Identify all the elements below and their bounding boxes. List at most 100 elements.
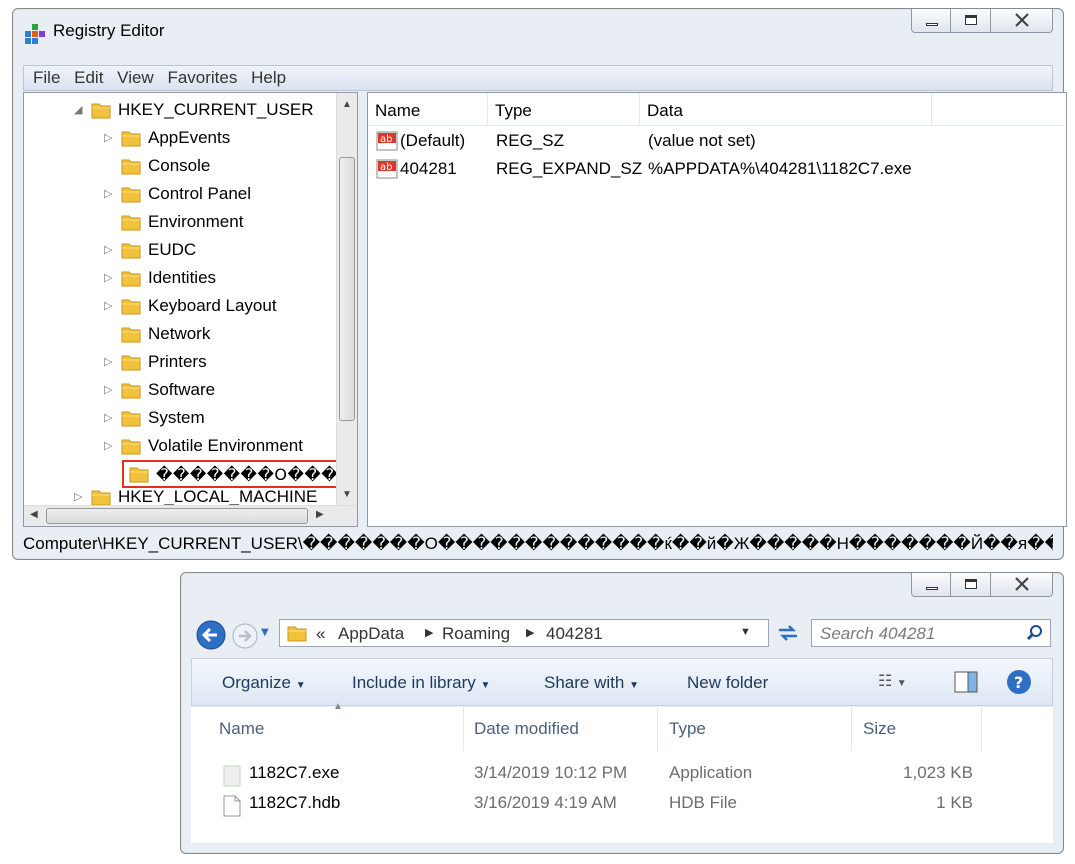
tree-item-hklm[interactable]: ▷ HKEY_LOCAL_MACHINE [74, 489, 317, 505]
column-size[interactable]: Size [863, 707, 896, 751]
menu-help[interactable]: Help [251, 66, 286, 90]
column-type[interactable]: Type [669, 707, 706, 751]
tree-item-system[interactable]: ▷ System [104, 404, 205, 432]
tree-item-identities[interactable]: ▷ Identities [104, 264, 216, 292]
folder-icon [120, 268, 142, 288]
tree-item-console[interactable]: Console [104, 152, 210, 180]
tree-item-label: HKEY_LOCAL_MACHINE [118, 489, 318, 505]
value-row[interactable]: ab (Default) REG_SZ (value not set) [368, 127, 1066, 155]
title-bar[interactable]: Registry Editor [13, 9, 1063, 57]
explorer-window: ▼ « AppData ▶ Roaming ▶ 404281 ▼ Search … [180, 572, 1064, 854]
tree-item-network[interactable]: Network [104, 320, 210, 348]
collapse-arrow-icon[interactable]: ◢ [74, 104, 84, 116]
file-name: 1182C7.exe [249, 763, 340, 782]
breadcrumb-separator-icon[interactable]: ▶ [526, 626, 534, 639]
address-overflow[interactable]: « [316, 624, 325, 644]
back-arrow-icon[interactable] [195, 619, 227, 651]
expand-arrow-icon[interactable]: ▷ [104, 188, 114, 200]
organize-button[interactable]: Organize ▼ [222, 673, 306, 693]
scroll-right-icon[interactable]: ▶ [316, 509, 324, 520]
value-row[interactable]: ab 404281 REG_EXPAND_SZ %APPDATA%\404281… [368, 155, 1066, 183]
help-icon[interactable]: ? [1006, 669, 1032, 695]
file-row[interactable]: 1182C7.hdb 3/16/2019 4:19 AM HDB File 1 … [191, 793, 1053, 819]
registry-tree[interactable]: ◢ HKEY_CURRENT_USER ▷ AppEvents Console ▷ Co… [23, 92, 358, 527]
string-value-icon: ab [376, 131, 398, 151]
tree-item-printers[interactable]: ▷ Printers [104, 348, 207, 376]
search-icon[interactable] [1026, 624, 1044, 642]
tree-item-keyboard-layout[interactable]: ▷ Keyboard Layout [104, 292, 277, 320]
breadcrumb-roaming[interactable]: Roaming [442, 624, 510, 644]
share-label: Share with [544, 673, 625, 692]
tree-item-suspicious-key[interactable]: �������O��� [122, 460, 342, 488]
menu-file[interactable]: File [33, 66, 60, 90]
tree-item-software[interactable]: ▷ Software [104, 376, 215, 404]
scroll-thumb[interactable] [46, 508, 308, 524]
scroll-left-icon[interactable]: ◀ [30, 509, 38, 520]
file-size: 1,023 KB [903, 763, 973, 782]
expand-arrow-icon[interactable]: ▷ [104, 244, 114, 256]
tree-item-hkcu[interactable]: ◢ HKEY_CURRENT_USER [74, 96, 314, 124]
close-button[interactable] [991, 573, 1053, 597]
folder-icon [90, 489, 112, 505]
breadcrumb-appdata[interactable]: AppData [338, 624, 404, 644]
column-date-modified[interactable]: Date modified [474, 707, 579, 751]
file-list[interactable]: Name ▲ Date modified Type Size 1182C7.ex… [191, 701, 1053, 843]
minimize-button[interactable] [911, 9, 951, 33]
tree-item-label: Printers [148, 352, 207, 371]
file-type: HDB File [669, 793, 738, 812]
tree-item-label: AppEvents [148, 128, 231, 147]
values-pane[interactable]: Name Type Data ab (Default) REG_SZ (valu… [367, 92, 1067, 527]
minimize-button[interactable] [911, 573, 951, 597]
tree-vertical-scrollbar[interactable]: ▲ ▼ [336, 93, 357, 506]
expand-arrow-icon[interactable]: ▷ [104, 440, 114, 452]
tree-horizontal-scrollbar[interactable]: ◀ ▶ [24, 505, 357, 526]
menu-edit[interactable]: Edit [74, 66, 103, 90]
tree-item-label: Console [148, 156, 211, 175]
expand-arrow-icon[interactable]: ▷ [104, 272, 114, 284]
tree-item-eudc[interactable]: ▷ EUDC [104, 236, 196, 264]
close-button[interactable] [991, 9, 1053, 33]
column-name[interactable]: Name [219, 707, 264, 751]
scroll-down-icon[interactable]: ▼ [342, 489, 352, 500]
expand-arrow-icon[interactable]: ▷ [104, 412, 114, 424]
scroll-up-icon[interactable]: ▲ [342, 99, 352, 110]
address-dropdown-icon[interactable]: ▼ [740, 626, 751, 638]
tree-item-control-panel[interactable]: ▷ Control Panel [104, 180, 251, 208]
include-in-library-button[interactable]: Include in library ▼ [352, 673, 490, 693]
folder-icon [128, 464, 150, 484]
column-name[interactable]: Name [368, 93, 488, 125]
file-row[interactable]: 1182C7.exe 3/14/2019 10:12 PM Applicatio… [191, 763, 1053, 789]
breadcrumb-404281[interactable]: 404281 [546, 624, 603, 644]
tree-item-label: Control Panel [148, 184, 252, 203]
maximize-button[interactable] [951, 573, 991, 597]
expand-arrow-icon[interactable]: ▷ [104, 132, 114, 144]
recent-pages-icon[interactable]: ▼ [261, 627, 269, 638]
value-type: REG_SZ [496, 131, 565, 150]
scroll-thumb[interactable] [339, 157, 355, 421]
expand-arrow-icon[interactable]: ▷ [104, 300, 114, 312]
maximize-button[interactable] [951, 9, 991, 33]
forward-arrow-icon[interactable] [231, 622, 259, 650]
tree-item-environment[interactable]: Environment [104, 208, 243, 236]
search-box[interactable]: Search 404281 [811, 619, 1051, 647]
tree-item-label: EUDC [148, 240, 197, 259]
tree-item-label: Network [148, 324, 211, 343]
new-folder-button[interactable]: New folder [687, 673, 768, 693]
value-name: 404281 [400, 159, 457, 178]
share-with-button[interactable]: Share with ▼ [544, 673, 639, 693]
column-data[interactable]: Data [640, 93, 932, 125]
breadcrumb-separator-icon[interactable]: ▶ [425, 626, 433, 639]
tree-item-appevents[interactable]: ▷ AppEvents [104, 124, 230, 152]
application-file-icon [223, 765, 241, 787]
expand-arrow-icon[interactable]: ▷ [104, 356, 114, 368]
expand-arrow-icon[interactable]: ▷ [74, 491, 84, 503]
column-type[interactable]: Type [488, 93, 640, 125]
menu-favorites[interactable]: Favorites [167, 66, 237, 90]
expand-arrow-icon[interactable]: ▷ [104, 384, 114, 396]
view-options-icon[interactable]: ☷ ▼ [878, 671, 907, 691]
menu-view[interactable]: View [117, 66, 154, 90]
refresh-icon[interactable] [775, 621, 801, 645]
preview-pane-icon[interactable] [954, 671, 978, 693]
address-bar[interactable]: « AppData ▶ Roaming ▶ 404281 ▼ [279, 619, 769, 647]
tree-item-volatile-environment[interactable]: ▷ Volatile Environment [104, 432, 303, 460]
